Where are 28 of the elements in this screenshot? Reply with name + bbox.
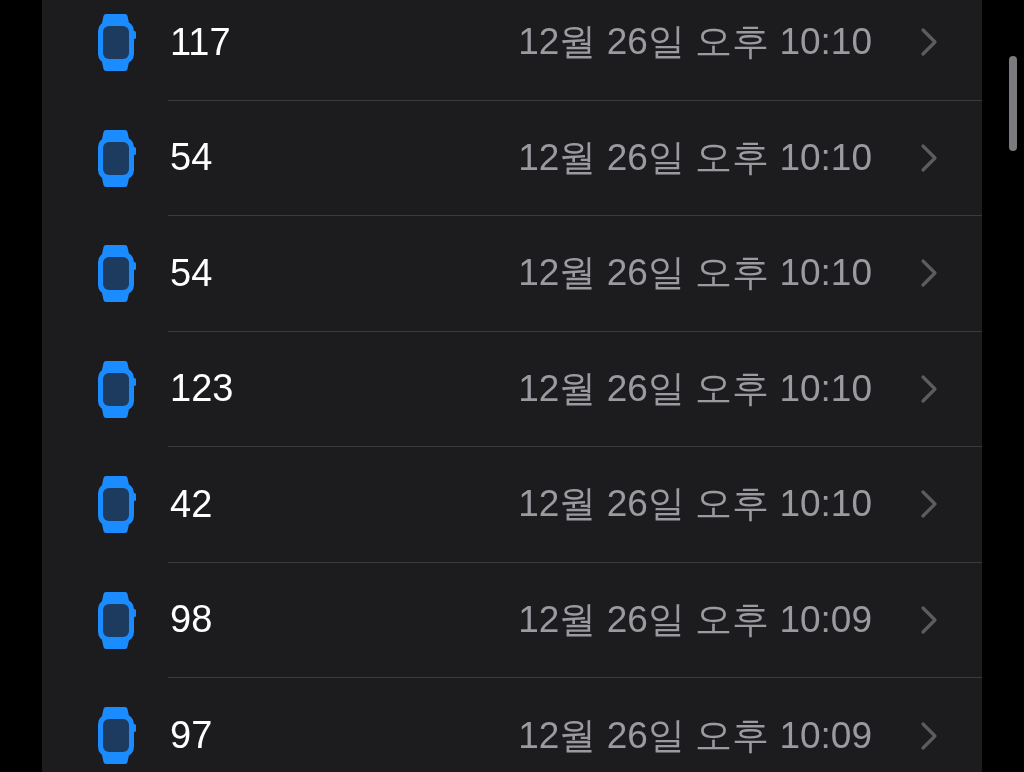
row-title: 42 — [170, 482, 213, 526]
row-date: 12월 26일 오후 10:10 — [518, 482, 872, 527]
row-title: 117 — [170, 20, 231, 64]
watch-icon — [98, 129, 136, 187]
row-date: 12월 26일 오후 10:10 — [518, 251, 872, 296]
watch-icon — [98, 591, 136, 649]
row-date: 12월 26일 오후 10:10 — [518, 366, 872, 411]
row-date: 12월 26일 오후 10:09 — [518, 713, 872, 758]
row-title: 54 — [170, 136, 213, 180]
row-title: 54 — [170, 251, 213, 295]
watch-icon — [98, 476, 136, 534]
chevron-icon[interactable] — [920, 373, 938, 404]
row-date: 12월 26일 오후 10:10 — [518, 20, 872, 65]
chevron-icon[interactable] — [920, 142, 938, 173]
chevron-icon[interactable] — [920, 604, 938, 635]
watch-icon — [98, 360, 136, 418]
chevron-icon[interactable] — [920, 489, 938, 520]
chevron-icon[interactable] — [920, 258, 938, 289]
chevron-icon[interactable] — [920, 27, 938, 58]
row-title: 98 — [170, 598, 213, 642]
row-date: 12월 26일 오후 10:10 — [518, 135, 872, 180]
watch-icon — [98, 245, 136, 303]
row-title: 97 — [170, 714, 213, 758]
row-date: 12월 26일 오후 10:09 — [518, 597, 872, 642]
watch-icon — [98, 14, 136, 72]
row-title: 123 — [170, 367, 234, 411]
watch-icon — [98, 707, 136, 765]
chevron-icon[interactable] — [920, 720, 938, 751]
